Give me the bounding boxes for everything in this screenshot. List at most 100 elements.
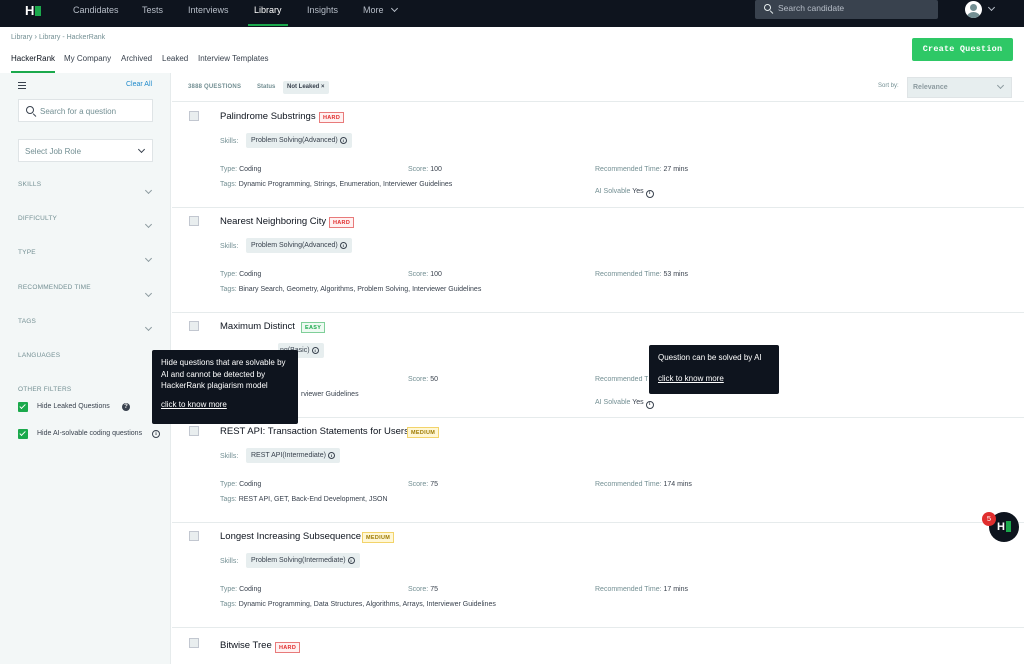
filter-skills[interactable]: SKILLS — [18, 181, 41, 188]
nav-tests[interactable]: Tests — [142, 0, 163, 27]
difficulty-badge: HARD — [329, 217, 355, 228]
question-checkbox[interactable] — [189, 111, 199, 121]
nav-more[interactable]: More — [363, 0, 399, 27]
chevron-down-icon[interactable] — [144, 180, 153, 198]
score-value: 100 — [430, 166, 442, 173]
checkbox-checked-icon[interactable] — [18, 402, 28, 412]
question-checkbox[interactable] — [189, 531, 199, 541]
question-card[interactable]: Maximum Distinct EASY ng(Basic)i Score: … — [172, 313, 1024, 418]
chevron-down-icon[interactable] — [144, 317, 153, 335]
info-icon[interactable]: i — [339, 137, 347, 144]
info-icon[interactable]: i — [645, 401, 654, 409]
status-filter-chip[interactable]: Not Leaked × — [283, 81, 329, 94]
recommended-time-value: 53 mins — [663, 271, 688, 278]
chevron-down-icon[interactable] — [144, 283, 153, 301]
question-title[interactable]: Longest Increasing Subsequence — [220, 531, 361, 542]
nav-candidates[interactable]: Candidates — [73, 0, 119, 27]
skill-chip-label: Problem Solving(Advanced) — [251, 242, 338, 249]
clear-all-link[interactable]: Clear All — [126, 81, 152, 88]
question-title[interactable]: Maximum Distinct — [220, 321, 295, 332]
sort-select[interactable]: Relevance — [907, 77, 1012, 98]
top-navigation: H Candidates Tests Interviews Library In… — [0, 0, 1024, 27]
know-more-link[interactable]: click to know more — [658, 373, 770, 385]
question-tags: Tags: Dynamic Programming, Data Structur… — [220, 601, 496, 608]
filter-difficulty[interactable]: DIFFICULTY — [18, 215, 57, 222]
recommended-time: Recommended Time: 174 mins — [595, 481, 692, 488]
question-title[interactable]: Palindrome Substrings — [220, 111, 316, 122]
difficulty-badge: HARD — [275, 642, 301, 653]
search-icon — [764, 4, 771, 11]
score-label: Score: — [408, 166, 429, 173]
nav-interviews[interactable]: Interviews — [188, 0, 229, 27]
filter-recommended-time[interactable]: RECOMMENDED TIME — [18, 284, 91, 291]
avatar-chevron-down-icon[interactable] — [987, 3, 996, 12]
chevron-down-icon — [390, 4, 399, 13]
ai-solvable-label: AI Solvable — [595, 188, 631, 195]
question-checkbox[interactable] — [189, 216, 199, 226]
question-search-input[interactable]: Search for a question — [18, 99, 153, 122]
job-role-select[interactable]: Select Job Role — [18, 139, 153, 162]
score-value: 100 — [430, 271, 442, 278]
question-title[interactable]: Nearest Neighboring City — [220, 216, 326, 227]
chat-notification-badge: 5 — [982, 512, 996, 526]
skill-chip: Problem Solving(Advanced) i — [246, 238, 352, 253]
filter-other-filters[interactable]: OTHER FILTERS — [18, 386, 71, 393]
menu-icon[interactable] — [18, 82, 26, 90]
candidate-search[interactable]: Search candidate — [755, 0, 938, 19]
question-search-placeholder: Search for a question — [40, 107, 117, 116]
skill-chip: Problem Solving(Advanced) i — [246, 133, 352, 148]
info-icon[interactable]: i — [645, 190, 654, 198]
ai-solvable: AI Solvable Yes i — [595, 188, 654, 198]
tab-leaked[interactable]: Leaked — [162, 54, 188, 63]
filter-type[interactable]: TYPE — [18, 249, 36, 256]
score-value: 50 — [430, 376, 438, 383]
filter-tags[interactable]: TAGS — [18, 318, 36, 325]
know-more-link[interactable]: click to know more — [161, 399, 289, 411]
question-title[interactable]: Bitwise Tree — [220, 640, 272, 651]
checkbox-checked-icon[interactable] — [18, 429, 28, 439]
tab-hackerrank[interactable]: HackerRank — [11, 54, 56, 73]
info-icon[interactable]: i — [152, 430, 160, 438]
question-card[interactable]: Longest Increasing Subsequence MEDIUM Sk… — [172, 523, 1024, 628]
question-card[interactable]: Bitwise Tree HARD — [172, 628, 1024, 664]
question-tags: rviewer Guidelines — [301, 391, 359, 398]
info-icon[interactable]: i — [347, 557, 355, 564]
question-count: 3888 QUESTIONS — [188, 84, 242, 90]
question-card[interactable]: Palindrome Substrings HARD Skills: Probl… — [172, 103, 1024, 208]
question-checkbox[interactable] — [189, 638, 199, 648]
ai-solvable: AI Solvable Yes i — [595, 399, 654, 409]
score-label: Score: — [408, 271, 429, 278]
help-icon[interactable]: ? — [122, 403, 130, 411]
sort-value: Relevance — [913, 84, 948, 91]
hackerrank-logo[interactable]: H — [25, 3, 45, 18]
nav-library[interactable]: Library — [248, 0, 287, 27]
chevron-down-icon[interactable] — [144, 248, 153, 266]
nav-more-label: More — [363, 5, 384, 15]
tab-archived[interactable]: Archived — [121, 54, 152, 63]
chevron-down-icon[interactable] — [144, 214, 153, 232]
question-title[interactable]: REST API: Transaction Statements for Use… — [220, 426, 409, 437]
breadcrumb-library[interactable]: Library — [11, 34, 32, 41]
tags-value: rviewer Guidelines — [301, 391, 359, 398]
question-checkbox[interactable] — [189, 321, 199, 331]
ai-solvable-tooltip-text: Question can be solved by AI — [658, 353, 762, 362]
question-card[interactable]: REST API: Transaction Statements for Use… — [172, 418, 1024, 523]
tags-value: Dynamic Programming, Strings, Enumeratio… — [238, 181, 453, 188]
info-icon[interactable]: i — [327, 452, 335, 459]
filter-languages[interactable]: LANGUAGES — [18, 352, 60, 359]
type-value: Coding — [239, 271, 262, 278]
question-list-header: 3888 QUESTIONS Status Not Leaked × Sort … — [172, 73, 1024, 102]
info-icon[interactable]: i — [311, 347, 319, 354]
question-checkbox[interactable] — [189, 426, 199, 436]
close-icon[interactable]: × — [321, 84, 325, 90]
breadcrumb: Library › Library - HackerRank — [11, 32, 105, 41]
skills-label: Skills: — [220, 243, 239, 250]
nav-insights[interactable]: Insights — [307, 0, 338, 27]
question-card[interactable]: Nearest Neighboring City HARD Skills: Pr… — [172, 208, 1024, 313]
tab-my-company[interactable]: My Company — [64, 54, 111, 63]
tab-interview-templates[interactable]: Interview Templates — [198, 54, 269, 63]
create-question-button[interactable]: Create Question — [912, 38, 1013, 61]
type-label: Type: — [220, 481, 238, 488]
info-icon[interactable]: i — [339, 242, 347, 249]
avatar[interactable] — [965, 1, 982, 18]
